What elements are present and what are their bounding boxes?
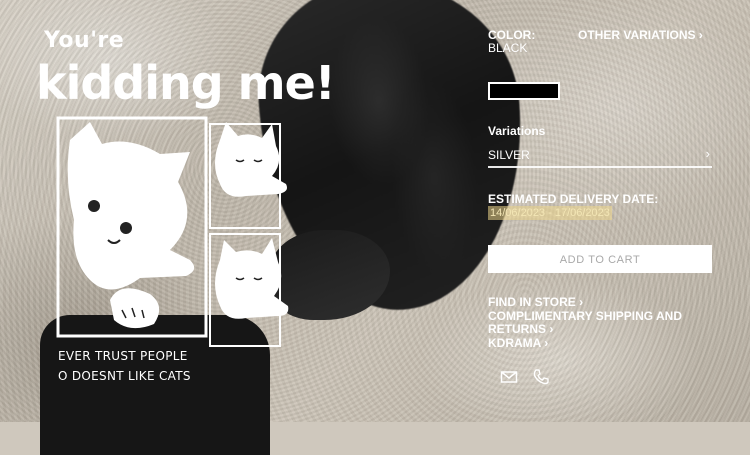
kdrama-link[interactable]: KDRAMA › [488,337,548,350]
mail-icon[interactable] [500,368,518,386]
find-in-store-link[interactable]: FIND IN STORE › [488,296,583,309]
artwork-title-small: You're [44,28,125,53]
shipping-returns-link[interactable]: COMPLIMENTARY SHIPPING AND RETURNS › [488,310,713,336]
artwork-title-big: kidding me! [36,56,336,110]
add-to-cart-button[interactable]: ADD TO CART [488,245,712,273]
variations-label: Variations [488,124,546,138]
artwork-caption-line2: O DOESNT LIKE CATS [58,369,191,383]
cats-illustration [56,116,289,347]
color-value: BLACK [488,41,528,55]
delivery-date-range: 14/06/2023 - 17/06/2023 [488,206,612,220]
chevron-right-icon: › [705,146,710,161]
delivery-date-label: ESTIMATED DELIVERY DATE: [488,192,659,206]
tshirt-artwork: You're kidding me! EVER TRUST PEOPLE O D… [0,0,350,422]
variation-selected-value: SILVER [488,148,530,162]
artwork-caption-line1: EVER TRUST PEOPLE [58,349,188,363]
phone-icon[interactable] [532,368,550,386]
other-variations-link[interactable]: OTHER VARIATIONS › [578,28,703,42]
variation-select[interactable]: SILVER › [488,144,712,168]
color-swatch[interactable] [488,82,560,100]
